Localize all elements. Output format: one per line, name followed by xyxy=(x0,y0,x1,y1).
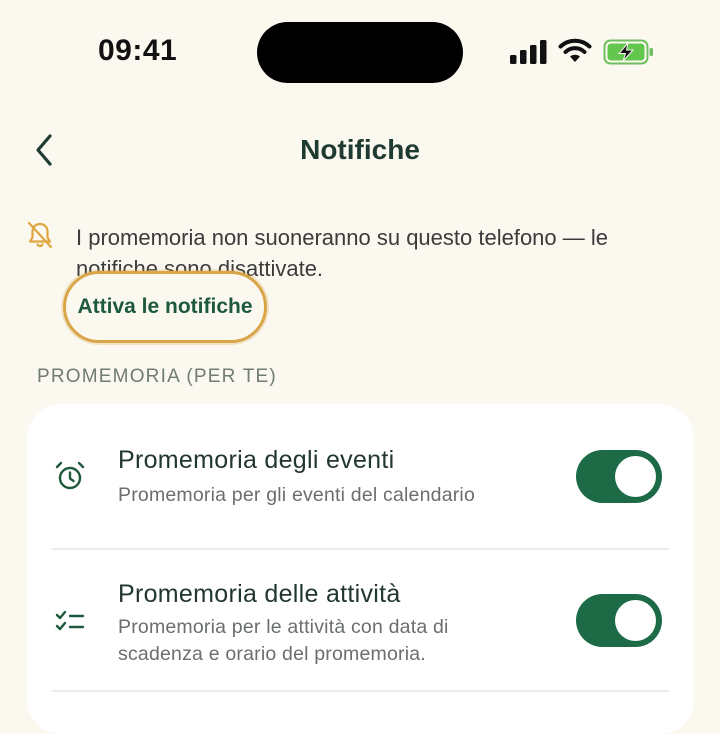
checklist-icon xyxy=(55,610,85,631)
dynamic-island xyxy=(257,22,463,83)
toggle-knob xyxy=(615,600,656,641)
battery-charging-icon xyxy=(603,39,653,65)
cellular-signal-icon xyxy=(510,40,547,64)
status-time: 09:41 xyxy=(98,34,178,67)
navigation-bar: Notifiche xyxy=(0,110,720,190)
bell-off-icon xyxy=(27,221,53,249)
event-reminders-title: Promemoria degli eventi xyxy=(118,446,395,474)
task-reminders-toggle[interactable] xyxy=(576,594,662,647)
row-divider xyxy=(52,690,669,692)
task-reminders-title: Promemoria delle attività xyxy=(118,580,401,608)
event-reminders-subtitle: Promemoria per gli eventi del calendario xyxy=(118,484,476,506)
task-reminders-row[interactable]: Promemoria delle attività Promemoria per… xyxy=(27,550,694,690)
alarm-clock-icon xyxy=(55,461,85,490)
page-title: Notifiche xyxy=(300,134,420,165)
event-reminders-row[interactable]: Promemoria degli eventi Promemoria per g… xyxy=(27,404,694,550)
reminders-card: Promemoria degli eventi Promemoria per g… xyxy=(27,404,694,734)
toggle-knob xyxy=(615,456,656,497)
wifi-icon xyxy=(558,38,592,62)
task-reminders-subtitle: Promemoria per le attività con data di s… xyxy=(118,616,449,665)
enable-notifications-label: Attiva le notifiche xyxy=(77,295,253,318)
section-header: PROMEMORIA (PER TE) xyxy=(37,366,277,387)
enable-notifications-button[interactable]: Attiva le notifiche xyxy=(63,271,267,343)
event-reminders-toggle[interactable] xyxy=(576,450,662,503)
status-bar: 09:41 xyxy=(0,0,720,100)
